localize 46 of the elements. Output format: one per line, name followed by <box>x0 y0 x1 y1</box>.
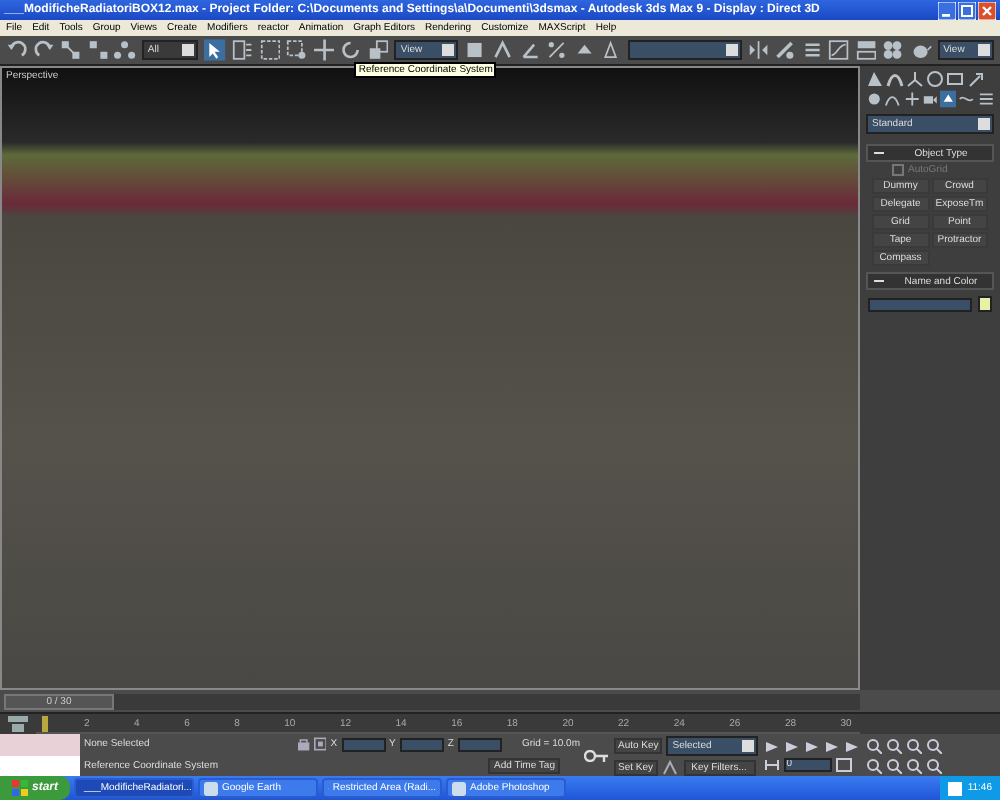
mirror-icon[interactable] <box>747 38 769 62</box>
lock-icon[interactable] <box>298 736 310 753</box>
select-by-name-icon[interactable] <box>231 38 253 62</box>
layers-icon[interactable] <box>801 38 823 62</box>
undo-icon[interactable] <box>6 38 28 62</box>
percent-snap-icon[interactable] <box>546 38 568 62</box>
move-icon[interactable] <box>313 38 335 62</box>
name-field[interactable] <box>868 297 972 311</box>
curve-editor-icon[interactable] <box>828 38 850 62</box>
cameras-icon[interactable] <box>921 90 939 108</box>
angle-snap-icon[interactable] <box>519 38 541 62</box>
coordinate-field[interactable] <box>457 737 502 752</box>
modify-tab-icon[interactable] <box>886 70 904 88</box>
select-arrow-icon[interactable] <box>204 38 226 62</box>
shapes-icon[interactable] <box>884 90 902 108</box>
systems-icon[interactable] <box>977 90 994 108</box>
maximize-button[interactable] <box>958 1 976 19</box>
app-icon <box>204 781 219 795</box>
close-button[interactable] <box>978 1 996 19</box>
hierarchy-tab-icon[interactable] <box>906 70 924 88</box>
minimize-button[interactable] <box>938 1 956 19</box>
scale-icon[interactable] <box>367 38 389 62</box>
time-marker <box>42 716 48 732</box>
tray-icon[interactable] <box>947 781 962 795</box>
absolute-mode-icon[interactable] <box>313 736 327 753</box>
display-tab-icon[interactable] <box>946 70 964 88</box>
coordinate-field[interactable] <box>341 737 386 752</box>
link-icon[interactable] <box>60 38 82 62</box>
geometry-icon[interactable] <box>866 90 883 108</box>
redo-icon[interactable] <box>33 38 55 62</box>
create-tab-icon[interactable] <box>866 70 884 88</box>
rotate-icon[interactable] <box>340 38 362 62</box>
windows-logo-icon <box>12 780 28 796</box>
play-icon[interactable] <box>804 739 821 753</box>
rectangle-selection-icon[interactable] <box>259 38 281 62</box>
color-swatch[interactable] <box>978 296 992 312</box>
app-icon <box>452 781 467 795</box>
window-crossing-icon[interactable] <box>286 38 308 62</box>
motion-tab-icon[interactable] <box>926 70 944 88</box>
helpers-icon[interactable] <box>940 90 957 108</box>
coordinate-field[interactable] <box>399 737 444 752</box>
zoom-icon[interactable] <box>866 737 883 753</box>
key-icon[interactable] <box>584 749 608 761</box>
named-selection-dropdown[interactable] <box>627 40 742 60</box>
lights-icon[interactable] <box>903 90 920 108</box>
utilities-tab-icon[interactable] <box>966 70 984 88</box>
